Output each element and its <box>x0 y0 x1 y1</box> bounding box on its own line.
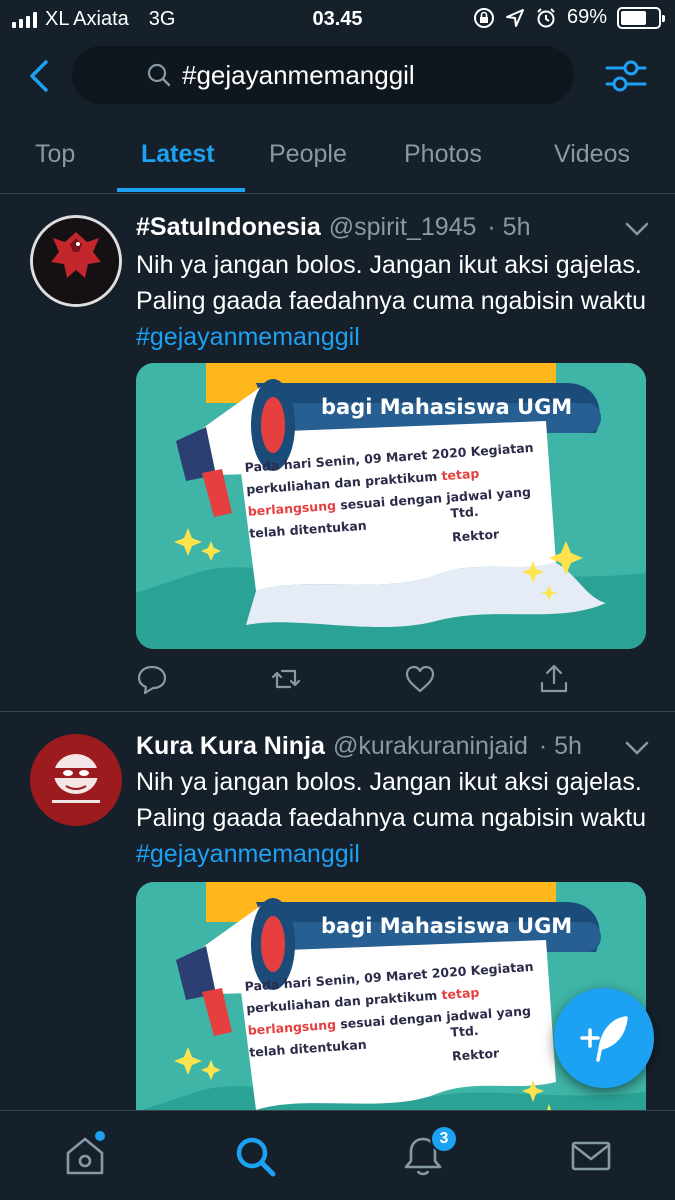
tab-people[interactable]: People <box>269 140 347 169</box>
poster-sign-ttd: Ttd. <box>449 503 480 521</box>
author-handle: @spirit_1945 <box>328 213 477 241</box>
tab-top[interactable]: Top <box>35 140 75 169</box>
battery-icon <box>617 6 665 29</box>
tab-photos[interactable]: Photos <box>404 140 482 169</box>
tweet-text: Nih ya jangan bolos. Jangan ikut aksi ga… <box>136 764 656 872</box>
hashtag-link[interactable]: #gejayanmemanggil <box>136 840 360 868</box>
poster-sign-rektor: Rektor <box>451 1045 500 1064</box>
tweet-actions <box>136 663 646 699</box>
poster-body: Pada hari Senin, 09 Maret 2020 Kegiatan … <box>244 956 541 1086</box>
search-tabs: Top Latest People Photos Videos <box>0 112 675 194</box>
poster-emphasis-1: tetap <box>441 984 480 1003</box>
avatar[interactable] <box>30 734 122 826</box>
tweet-body: Nih ya jangan bolos. Jangan ikut aksi ga… <box>136 251 647 315</box>
hashtag-link[interactable]: #gejayanmemanggil <box>136 323 360 351</box>
author-handle: @kurakuraninjaid <box>332 732 528 760</box>
poster-sign-rektor: Rektor <box>451 526 500 545</box>
poster-title: bagi Mahasiswa UGM <box>321 914 573 938</box>
search-header: #gejayanmemanggil <box>0 44 675 108</box>
eagle-logo-icon <box>33 218 119 304</box>
poster-emphasis-1: tetap <box>441 465 480 484</box>
home-unread-dot <box>95 1131 105 1141</box>
tweet-body: Nih ya jangan bolos. Jangan ikut aksi ga… <box>136 768 647 832</box>
compose-tweet-button[interactable] <box>554 988 654 1088</box>
poster-graphic: bagi Mahasiswa UGM Pada hari Senin, 09 M… <box>136 363 646 649</box>
tweet-image[interactable]: bagi Mahasiswa UGM Pada hari Senin, 09 M… <box>136 363 646 649</box>
chevron-left-icon[interactable] <box>22 56 62 96</box>
author-name[interactable]: Kura Kura Ninja <box>136 732 325 760</box>
tab-videos[interactable]: Videos <box>554 140 630 169</box>
location-icon <box>505 8 524 27</box>
poster-sign-ttd: Ttd. <box>449 1022 480 1040</box>
status-bar: XL Axiata 3G 03.45 69% <box>0 0 675 40</box>
chevron-down-icon[interactable] <box>625 740 649 756</box>
like-icon[interactable] <box>404 663 436 695</box>
poster-body: Pada hari Senin, 09 Maret 2020 Kegiatan … <box>244 437 541 567</box>
mail-icon[interactable] <box>568 1133 614 1179</box>
rotation-lock-icon <box>473 7 494 28</box>
bottom-nav: 3 <box>0 1110 675 1200</box>
search-icon <box>147 63 171 87</box>
tweet-time: · 5h <box>538 732 582 760</box>
tweet[interactable]: #SatuIndonesia @spirit_1945 · 5h Nih ya j… <box>0 195 675 711</box>
compose-feather-icon <box>580 1016 628 1062</box>
ninja-turtle-logo-icon <box>30 734 122 826</box>
reply-icon[interactable] <box>136 663 168 695</box>
tweet-text: Nih ya jangan bolos. Jangan ikut aksi ga… <box>136 247 656 355</box>
notifications-badge: 3 <box>430 1125 458 1153</box>
avatar[interactable] <box>30 215 122 307</box>
search-icon[interactable] <box>232 1133 278 1179</box>
search-query: #gejayanmemanggil <box>182 59 415 90</box>
poster-title: bagi Mahasiswa UGM <box>321 395 573 419</box>
alarm-icon <box>537 7 555 27</box>
author-name[interactable]: #SatuIndonesia <box>136 213 321 241</box>
search-input[interactable]: #gejayanmemanggil <box>72 46 574 104</box>
tweet-time: · 5h <box>487 213 531 241</box>
sliders-icon[interactable] <box>605 56 647 96</box>
poster-emphasis-2: berlangsung <box>247 1016 337 1038</box>
battery-percent: 69% <box>566 6 607 28</box>
chevron-down-icon[interactable] <box>625 221 649 237</box>
active-tab-indicator <box>117 188 245 192</box>
share-icon[interactable] <box>538 663 570 695</box>
poster-emphasis-2: berlangsung <box>247 497 337 519</box>
tab-latest[interactable]: Latest <box>141 140 215 169</box>
retweet-icon[interactable] <box>270 663 302 695</box>
